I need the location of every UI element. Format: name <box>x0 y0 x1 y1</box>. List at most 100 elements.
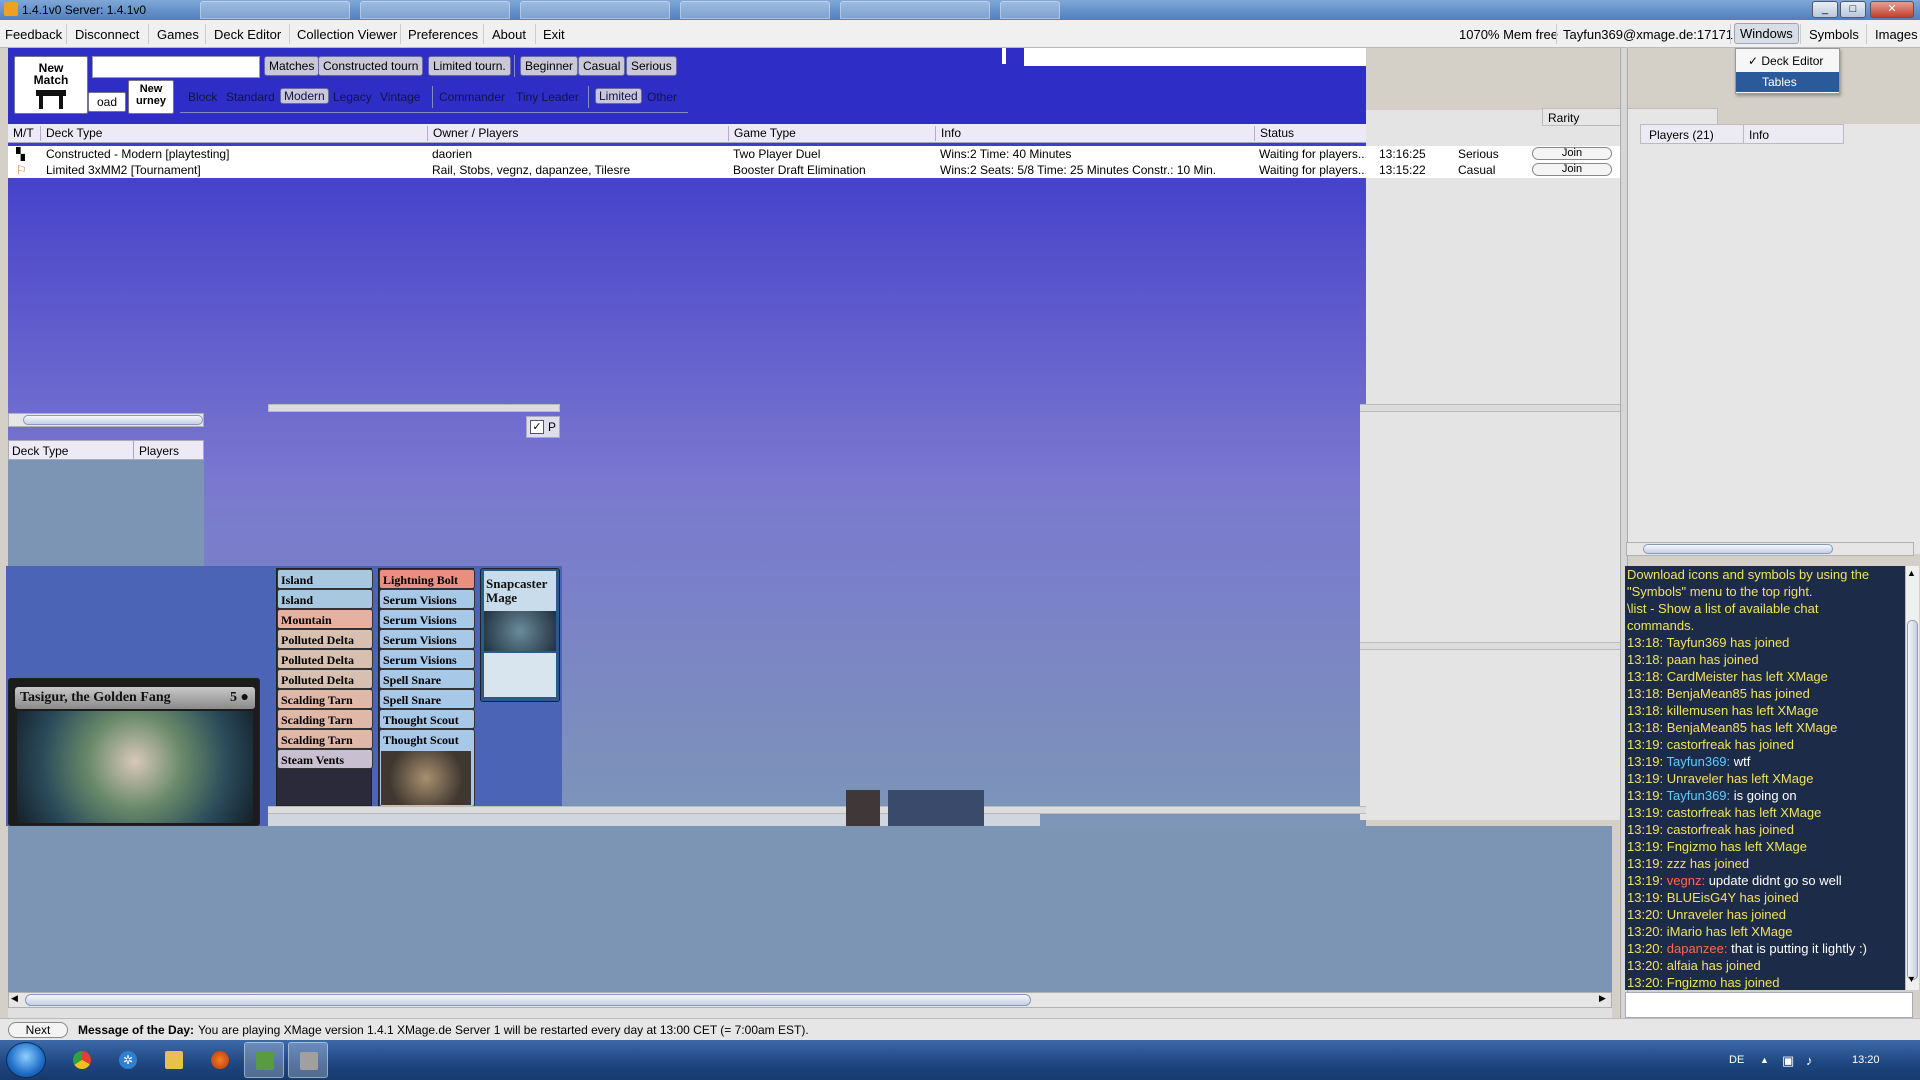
menu-windows[interactable]: Windows <box>1734 23 1799 44</box>
checkbox-icon[interactable]: ✓ <box>530 420 544 434</box>
filter-casual-button[interactable]: Casual <box>578 56 626 76</box>
stack-card[interactable]: Serum Visions <box>379 629 475 649</box>
load-button[interactable]: oad <box>88 92 126 112</box>
stack-card[interactable]: Scalding Tarn <box>277 729 373 749</box>
stack-card[interactable]: Scalding Tarn <box>277 709 373 729</box>
chat-scrollbar[interactable]: ▲ ▼ <box>1905 566 1919 990</box>
format-other[interactable]: Other <box>647 90 677 104</box>
bottom-scrollbar[interactable]: ◀ ▶ <box>8 992 1612 1008</box>
format-tiny-leader[interactable]: Tiny Leader <box>516 90 579 104</box>
card-stack-lands[interactable]: Island Island Mountain Polluted Delta Po… <box>276 568 373 806</box>
card-stack-spells[interactable]: Lightning Bolt Serum Visions Serum Visio… <box>378 568 475 807</box>
volume-icon[interactable]: ♪ <box>1806 1053 1813 1068</box>
scroll-up-icon[interactable]: ▲ <box>1907 568 1916 578</box>
featured-card[interactable]: Tasigur, the Golden Fang 5 ● <box>8 678 260 826</box>
network-icon[interactable]: ▣ <box>1782 1053 1794 1069</box>
card-thumbnail[interactable] <box>888 790 984 826</box>
col-game-type[interactable]: Game Type <box>728 126 796 141</box>
tables-scrollbar[interactable] <box>8 413 204 427</box>
deck-type-col[interactable]: Deck Type <box>12 444 68 458</box>
players-count[interactable]: Players (21) <box>1649 128 1714 142</box>
chat-input[interactable] <box>1625 992 1913 1018</box>
stack-card[interactable]: Polluted Delta <box>277 669 373 689</box>
format-block[interactable]: Block <box>188 90 217 104</box>
format-modern[interactable]: Modern <box>280 88 329 104</box>
app-taskbar-button[interactable]: ✲ <box>108 1042 148 1078</box>
maximize-button[interactable]: □ <box>1840 1 1866 18</box>
deck-splitter[interactable] <box>268 806 1366 814</box>
xmage-taskbar-button[interactable] <box>288 1042 328 1078</box>
minimize-button[interactable]: _ <box>1812 1 1838 18</box>
col-owner-players[interactable]: Owner / Players <box>427 126 518 141</box>
filter-serious-button[interactable]: Serious <box>626 56 677 76</box>
tray-language[interactable]: DE <box>1729 1054 1744 1066</box>
new-tourney-button[interactable]: New urney <box>128 80 174 114</box>
menu-disconnect[interactable]: Disconnect <box>70 25 144 44</box>
col-mt[interactable]: M/T <box>8 126 34 141</box>
stack-card[interactable]: Spell Snare <box>379 669 475 689</box>
scroll-thumb[interactable] <box>1643 544 1833 554</box>
dropdown-tables[interactable]: Tables <box>1736 72 1839 92</box>
filter-constructed-tourn-button[interactable]: Constructed tourn <box>318 56 424 76</box>
java-taskbar-button[interactable] <box>244 1042 284 1078</box>
table-row[interactable]: ▚ Constructed - Modern [playtesting] dao… <box>8 146 1368 162</box>
stack-card[interactable]: Thought Scout <box>379 709 475 729</box>
join-button[interactable]: Join <box>1532 147 1612 160</box>
filter-limited-tourn-button[interactable]: Limited tourn. <box>428 56 511 76</box>
menu-about[interactable]: About <box>487 25 531 44</box>
col-deck-type[interactable]: Deck Type <box>40 126 102 141</box>
scroll-thumb[interactable] <box>23 415 203 425</box>
players-info-col[interactable]: Info <box>1749 128 1769 142</box>
card-snapcaster[interactable]: Snapcaster Mage <box>480 568 560 702</box>
explorer-taskbar-button[interactable] <box>154 1042 194 1078</box>
menu-collection-viewer[interactable]: Collection Viewer <box>292 25 402 44</box>
scroll-down-icon[interactable]: ▼ <box>1907 974 1916 984</box>
stack-card[interactable]: Mountain <box>277 609 373 629</box>
col-info[interactable]: Info <box>935 126 961 141</box>
checkbox-toggle[interactable]: ✓ P <box>526 416 560 438</box>
scroll-thumb[interactable] <box>25 994 1031 1006</box>
menu-symbols[interactable]: Symbols <box>1804 25 1864 44</box>
stack-card[interactable]: Island <box>277 569 373 589</box>
card-thumbnail[interactable] <box>846 790 880 826</box>
stack-card[interactable]: Serum Visions <box>379 649 475 669</box>
scroll-left-icon[interactable]: ◀ <box>11 993 18 1004</box>
scroll-right-icon[interactable]: ▶ <box>1599 993 1606 1004</box>
stack-card[interactable]: Island <box>277 589 373 609</box>
tray-clock[interactable]: 13:20 <box>1852 1054 1880 1066</box>
menu-feedback[interactable]: Feedback <box>0 25 67 44</box>
stack-card[interactable]: Polluted Delta <box>277 629 373 649</box>
menu-exit[interactable]: Exit <box>538 25 570 44</box>
stack-card[interactable]: Spell Snare <box>379 689 475 709</box>
stack-card[interactable]: Serum Visions <box>379 609 475 629</box>
stack-card[interactable]: Lightning Bolt <box>379 569 475 589</box>
join-button[interactable]: Join <box>1532 163 1612 176</box>
close-button[interactable]: ✕ <box>1870 1 1914 18</box>
start-button[interactable] <box>6 1042 46 1078</box>
menu-images[interactable]: Images <box>1870 25 1920 44</box>
menu-deck-editor[interactable]: Deck Editor <box>209 25 286 44</box>
stack-card[interactable]: Serum Visions <box>379 589 475 609</box>
stack-card[interactable]: Steam Vents <box>277 749 373 769</box>
panel-splitter[interactable] <box>268 404 560 412</box>
next-button[interactable]: Next <box>8 1022 68 1038</box>
format-limited[interactable]: Limited <box>595 88 642 104</box>
chrome-taskbar-button[interactable] <box>62 1042 102 1078</box>
menu-preferences[interactable]: Preferences <box>403 25 483 44</box>
new-match-button[interactable]: New Match <box>14 56 88 114</box>
filter-beginner-button[interactable]: Beginner <box>520 56 579 76</box>
horizontal-splitter[interactable] <box>1360 642 1620 650</box>
stack-card[interactable]: Polluted Delta <box>277 649 373 669</box>
players-col[interactable]: Players <box>139 444 179 458</box>
scroll-thumb[interactable] <box>1907 620 1918 980</box>
filter-matches-button[interactable]: Matches <box>264 56 320 76</box>
tray-expand-icon[interactable]: ▲ <box>1760 1055 1769 1065</box>
format-commander[interactable]: Commander <box>439 90 505 104</box>
window-title-bar[interactable]: 1.4.1v0 Server: 1.4.1v0 _ □ ✕ <box>0 0 1920 20</box>
players-scrollbar[interactable] <box>1626 542 1914 556</box>
table-row[interactable]: ⚐ Limited 3xMM2 [Tournament] Rail, Stobs… <box>8 162 1368 178</box>
stack-card[interactable]: Scalding Tarn <box>277 689 373 709</box>
col-status[interactable]: Status <box>1254 126 1294 141</box>
format-legacy[interactable]: Legacy <box>333 90 372 104</box>
menu-games[interactable]: Games <box>152 25 204 44</box>
